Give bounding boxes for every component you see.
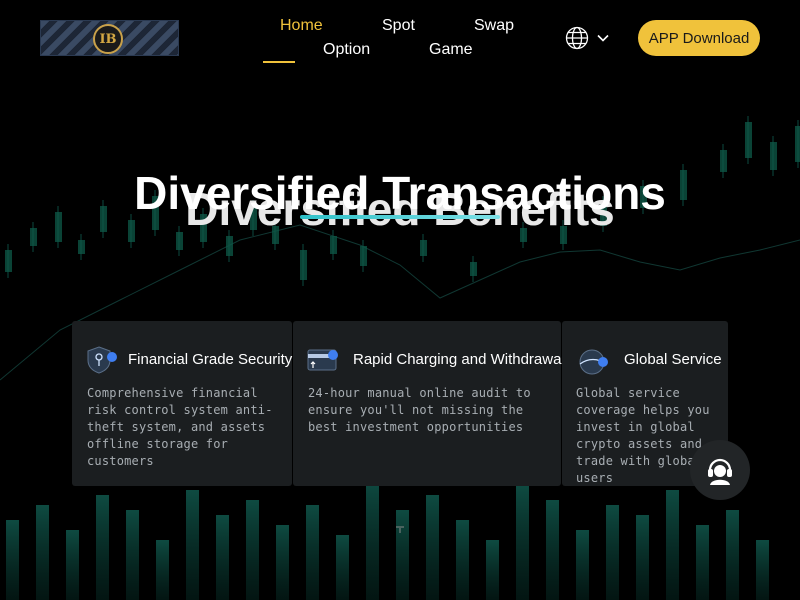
candle-body: [330, 236, 337, 254]
feature-title: Rapid Charging and Withdrawal: [353, 351, 565, 368]
customer-service-icon: [708, 458, 732, 485]
volume-bar: [756, 540, 769, 600]
volume-bar: [6, 520, 19, 600]
candle-body: [470, 262, 477, 276]
volume-bar: [516, 485, 529, 600]
volume-bar: [96, 495, 109, 600]
volume-bar: [216, 515, 229, 600]
feature-title: Financial Grade Security: [128, 351, 293, 368]
scroll-arrow-icon: [396, 526, 404, 533]
feature-card-security: Financial Grade Security Comprehensive f…: [72, 321, 292, 486]
candle-body: [78, 240, 85, 254]
volume-bar: [486, 540, 499, 600]
volume-bar: [126, 510, 139, 600]
candle-body: [745, 122, 752, 158]
candle-body: [5, 250, 12, 272]
chevron-down-icon[interactable]: [596, 31, 610, 45]
candle-body: [300, 250, 307, 280]
nav-game[interactable]: Game: [429, 41, 473, 59]
feature-title: Global Service: [624, 351, 722, 368]
volume-bar: [666, 490, 679, 600]
volume-bar: [456, 520, 469, 600]
shield-icon: [87, 346, 117, 374]
candle-body: [360, 246, 367, 266]
volume-bar: [606, 505, 619, 600]
brand-logo[interactable]: IB: [40, 20, 179, 56]
nav-home[interactable]: Home: [280, 17, 323, 35]
logo-emblem: IB: [93, 24, 123, 54]
candle-body: [795, 126, 800, 162]
app-download-button[interactable]: APP Download: [638, 20, 760, 56]
feature-card-charging: Rapid Charging and Withdrawal 24-hour ma…: [293, 321, 565, 486]
volume-bar: [156, 540, 169, 600]
card-transfer-icon: [307, 349, 338, 371]
candle-body: [420, 240, 427, 256]
volume-bar: [66, 530, 79, 600]
volume-bar: [576, 530, 589, 600]
volume-bar: [276, 525, 289, 600]
globe-service-icon: [579, 349, 608, 375]
top-header: IB Home Spot Swap Option Game APP Downlo…: [0, 0, 800, 80]
market-chart-background: [0, 116, 800, 600]
volume-bar: [426, 495, 439, 600]
nav-option[interactable]: Option: [323, 41, 370, 59]
volume-bar: [246, 500, 259, 600]
volume-bars: [6, 480, 769, 600]
volume-bar: [636, 515, 649, 600]
volume-bar: [396, 510, 409, 600]
nav-swap[interactable]: Swap: [474, 17, 514, 35]
volume-bar: [366, 480, 379, 600]
volume-bar: [36, 505, 49, 600]
candle-body: [226, 236, 233, 256]
title-underline: [300, 215, 500, 219]
nav-spot[interactable]: Spot: [382, 17, 415, 35]
volume-bar: [696, 525, 709, 600]
nav-active-indicator: [263, 61, 295, 63]
volume-bar: [306, 505, 319, 600]
volume-bar: [546, 500, 559, 600]
volume-bar: [186, 490, 199, 600]
volume-bar: [726, 510, 739, 600]
feature-description: 24-hour manual online audit to ensure yo…: [308, 386, 531, 434]
hero-title-primary: Diversified Transactions: [134, 167, 666, 219]
volume-bar: [336, 535, 349, 600]
feature-description: Comprehensive financial risk control sys…: [87, 386, 273, 468]
customer-service-button[interactable]: [690, 440, 750, 500]
globe-icon[interactable]: [565, 26, 589, 50]
